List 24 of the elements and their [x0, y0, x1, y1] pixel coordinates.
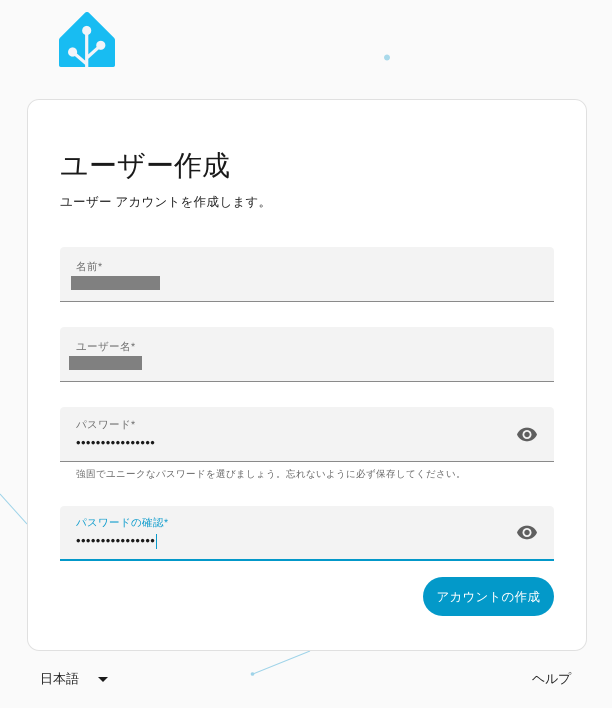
field-label: ユーザー名*	[76, 340, 136, 354]
logo-icon	[59, 12, 115, 67]
password-field[interactable]: パスワードの確認* ••••••••••••••••	[60, 506, 554, 561]
eye-icon	[517, 525, 537, 540]
field-label: パスワード*	[76, 418, 136, 432]
text-cursor	[156, 534, 158, 548]
help-link[interactable]: ヘルプ	[532, 669, 571, 689]
caret-icon	[98, 676, 108, 682]
background-dot-icon	[384, 54, 390, 60]
field-label: 名前*	[76, 260, 104, 274]
background-dot-icon	[250, 672, 254, 676]
background-line	[252, 650, 310, 674]
helper-text: 強固でユニークなパスワードを選びましょう。忘れないように必ず保存してください。	[75, 468, 467, 482]
background-line	[0, 494, 28, 524]
card-title: ユーザー作成	[60, 149, 231, 183]
text-field[interactable]: 名前*	[60, 247, 554, 302]
password-value: ••••••••••••••••	[76, 532, 156, 550]
text-field[interactable]: ユーザー名*	[60, 327, 554, 382]
card-description: ユーザー アカウントを作成します。	[60, 194, 272, 211]
eye-icon	[517, 426, 537, 442]
language-select[interactable]: 日本語	[40, 669, 108, 689]
password-value: ••••••••••••••••	[76, 434, 156, 452]
password-field[interactable]: パスワード* ••••••••••••••••	[60, 407, 554, 462]
field-label: パスワードの確認*	[76, 516, 170, 530]
